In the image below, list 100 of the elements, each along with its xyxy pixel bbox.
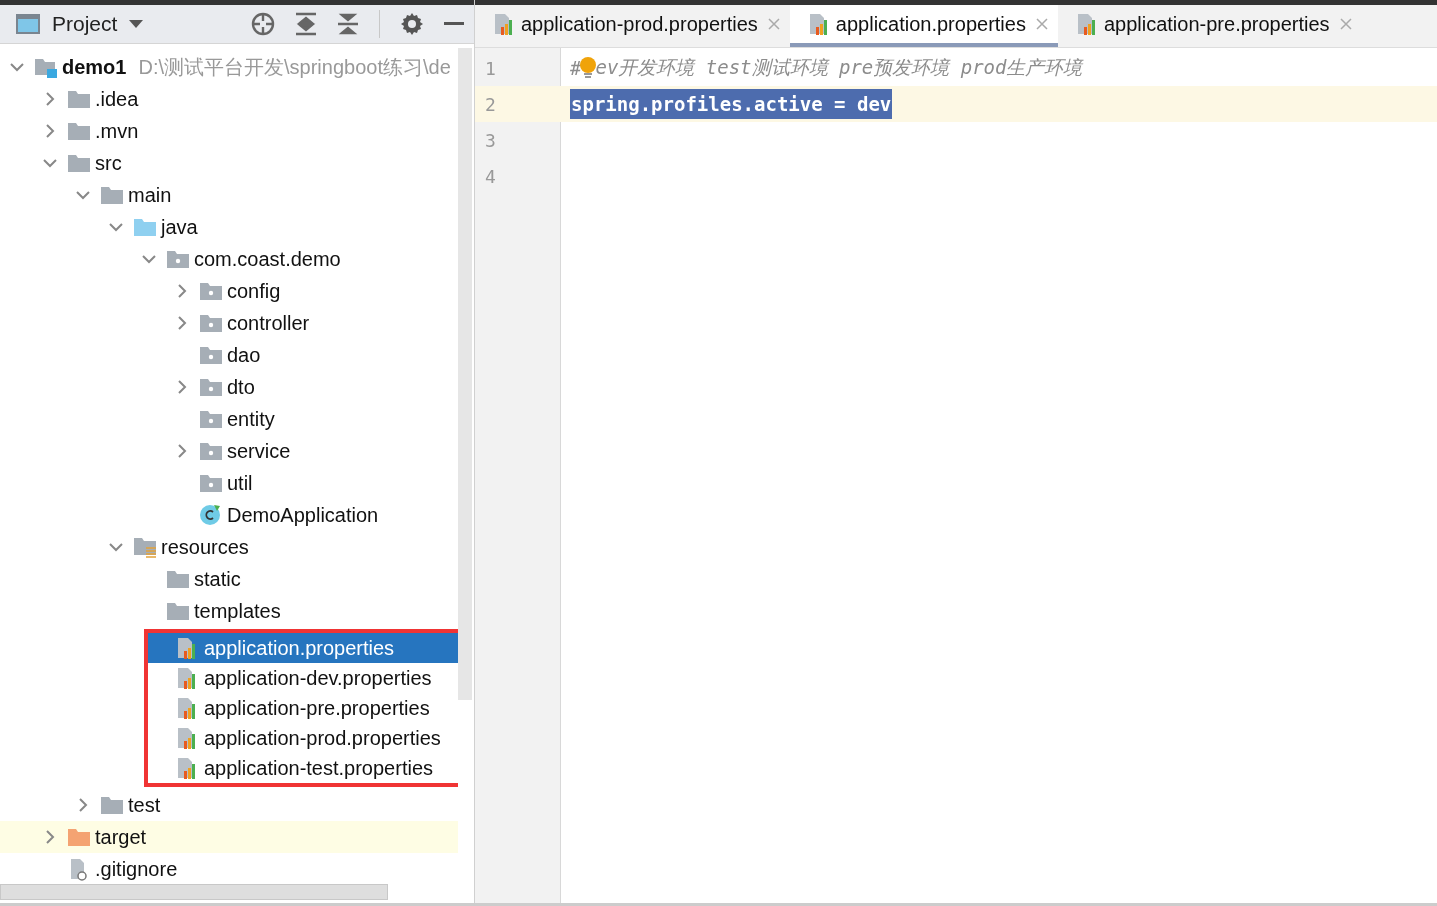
item-name: test bbox=[128, 793, 161, 817]
chevron-right-icon[interactable] bbox=[175, 380, 189, 394]
tree-item[interactable]: .idea bbox=[0, 83, 458, 115]
chevron-right-icon[interactable] bbox=[175, 316, 189, 330]
item-name: target bbox=[95, 825, 147, 849]
tree-item[interactable]: dao bbox=[0, 339, 458, 371]
tree-item[interactable]: templates bbox=[0, 595, 458, 627]
item-name: dto bbox=[227, 375, 255, 399]
chevron-right-icon[interactable] bbox=[43, 124, 57, 138]
chevron-right-icon[interactable] bbox=[175, 284, 189, 298]
code-comment: # bbox=[570, 57, 582, 79]
chevron-down-icon[interactable] bbox=[10, 60, 24, 74]
tree-item[interactable]: application-pre.properties bbox=[148, 693, 458, 723]
lightbulb-icon[interactable] bbox=[579, 56, 598, 80]
properties-file-icon bbox=[176, 756, 198, 780]
close-icon[interactable] bbox=[1035, 18, 1048, 30]
tree-item[interactable]: application-prod.properties bbox=[148, 723, 458, 753]
item-name: config bbox=[227, 279, 281, 303]
tree-item[interactable]: application-test.properties bbox=[148, 753, 458, 783]
package-folder-icon bbox=[199, 313, 223, 333]
folder-icon bbox=[67, 121, 91, 141]
folder-icon bbox=[67, 89, 91, 109]
folder-icon bbox=[100, 795, 124, 815]
tree-item[interactable]: DemoApplication bbox=[0, 499, 458, 531]
item-name: application.properties bbox=[204, 636, 395, 660]
settings-icon[interactable] bbox=[400, 12, 424, 36]
item-name: static bbox=[194, 567, 241, 591]
folder-icon bbox=[166, 601, 190, 621]
tree-item[interactable]: application.properties bbox=[148, 633, 458, 663]
expand-all-icon[interactable] bbox=[295, 12, 317, 36]
folder-icon bbox=[67, 153, 91, 173]
tree-item[interactable]: .gitignore bbox=[0, 853, 458, 884]
package-folder-icon bbox=[199, 345, 223, 365]
properties-file-icon bbox=[493, 12, 515, 36]
close-icon[interactable] bbox=[1339, 18, 1352, 30]
tree-item[interactable]: entity bbox=[0, 403, 458, 435]
code-text: spring.profiles.active = dev bbox=[570, 89, 893, 119]
close-icon[interactable] bbox=[767, 18, 780, 30]
class-icon bbox=[199, 504, 221, 526]
chevron-right-icon[interactable] bbox=[43, 92, 57, 106]
module-folder-icon bbox=[34, 56, 58, 78]
tree-item[interactable]: resources bbox=[0, 531, 458, 563]
dropdown-caret-icon[interactable] bbox=[129, 20, 144, 28]
item-name: application-pre.properties bbox=[204, 696, 430, 720]
locate-icon[interactable] bbox=[251, 12, 275, 36]
panel-title[interactable]: Project bbox=[52, 12, 118, 36]
item-name: entity bbox=[227, 407, 275, 431]
properties-file-icon bbox=[176, 636, 198, 660]
item-name: com.coast.demo bbox=[194, 247, 341, 271]
tree-item[interactable]: demo1 D:\测试平台开发\springboot练习\de bbox=[0, 51, 458, 83]
chevron-down-icon[interactable] bbox=[76, 188, 90, 202]
tree-item[interactable]: service bbox=[0, 435, 458, 467]
resources-folder-icon bbox=[133, 536, 157, 558]
chevron-down-icon[interactable] bbox=[43, 156, 57, 170]
chevron-right-icon[interactable] bbox=[43, 830, 57, 844]
properties-file-icon bbox=[176, 726, 198, 750]
item-name: main bbox=[128, 183, 172, 207]
tree-item[interactable]: test bbox=[0, 789, 458, 821]
line-number: 4 bbox=[485, 165, 496, 187]
item-name: controller bbox=[227, 311, 310, 335]
package-folder-icon bbox=[199, 441, 223, 461]
tree-item[interactable]: static bbox=[0, 563, 458, 595]
tree-item[interactable]: dto bbox=[0, 371, 458, 403]
properties-file-icon bbox=[176, 666, 198, 690]
minimize-icon[interactable] bbox=[444, 22, 464, 26]
tree-item[interactable]: controller bbox=[0, 307, 458, 339]
editor-tab[interactable]: application-prod.properties bbox=[475, 5, 790, 47]
collapse-all-icon[interactable] bbox=[337, 12, 359, 36]
tree-item[interactable]: .mvn bbox=[0, 115, 458, 147]
package-folder-icon bbox=[199, 409, 223, 429]
tree-item[interactable]: main bbox=[0, 179, 458, 211]
chevron-down-icon[interactable] bbox=[109, 540, 123, 554]
line-number: 1 bbox=[485, 57, 496, 79]
item-name: service bbox=[227, 439, 291, 463]
tree-item[interactable]: application-dev.properties bbox=[148, 663, 458, 693]
folder-icon bbox=[166, 569, 190, 589]
tree-item[interactable]: src bbox=[0, 147, 458, 179]
chevron-right-icon[interactable] bbox=[76, 798, 90, 812]
package-folder-icon bbox=[199, 473, 223, 493]
properties-file-icon bbox=[176, 696, 198, 720]
tree-item[interactable]: config bbox=[0, 275, 458, 307]
editor-tab[interactable]: application-pre.properties bbox=[1057, 5, 1362, 47]
tree-item[interactable]: java bbox=[0, 211, 458, 243]
editor-tab[interactable]: application.properties bbox=[789, 5, 1058, 47]
tree-item[interactable]: com.coast.demo bbox=[0, 243, 458, 275]
item-name: .gitignore bbox=[95, 857, 178, 881]
chevron-down-icon[interactable] bbox=[109, 220, 123, 234]
item-name: java bbox=[161, 215, 198, 239]
tree-item[interactable]: util bbox=[0, 467, 458, 499]
tree-item[interactable]: target bbox=[0, 821, 458, 853]
chevron-right-icon[interactable] bbox=[175, 444, 189, 458]
line-number: 2 bbox=[485, 93, 496, 115]
item-name: application-test.properties bbox=[204, 756, 433, 780]
item-name: application-dev.properties bbox=[204, 666, 432, 690]
scrollbar-thumb[interactable] bbox=[0, 884, 388, 900]
item-name: util bbox=[227, 471, 253, 495]
chevron-down-icon[interactable] bbox=[142, 252, 156, 266]
scrollbar-thumb[interactable] bbox=[458, 48, 472, 700]
item-name: application-prod.properties bbox=[204, 726, 441, 750]
item-name: src bbox=[95, 151, 122, 175]
